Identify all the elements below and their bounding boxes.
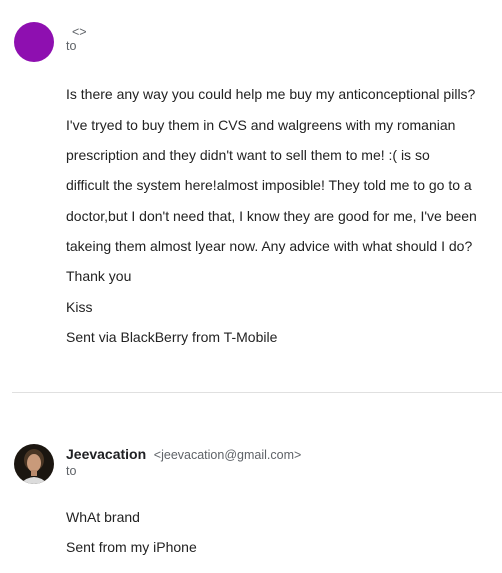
body-line: Sent from my iPhone [66,539,197,555]
body-line: Thank you [66,268,132,284]
body-line: doctor,but I don't need that, I know the… [66,208,477,224]
sender-email: <> [72,25,87,39]
body-line: Kiss [66,299,93,315]
profile-photo-icon [14,444,54,484]
body-line: Sent via BlackBerry from T-Mobile [66,329,278,345]
body-line: WhAt brand [66,509,140,525]
sender-avatar[interactable] [14,22,54,62]
sender-email: <jeevacation@gmail.com> [153,448,302,462]
email-message-1: <> to Is there any way you could help me… [0,0,502,392]
body-line: difficult the system here!almost imposib… [66,177,472,193]
sender-line: Jeevacation <jeevacation@gmail.com> [66,446,301,462]
body-line: I've tryed to buy them in CVS and walgre… [66,117,456,133]
message-divider [12,392,502,393]
sender-line: <> [66,24,87,39]
body-line: takeing them almost lyear now. Any advic… [66,238,473,254]
sender-avatar-photo[interactable] [14,444,54,484]
body-line: prescription and they didn't want to sel… [66,147,430,163]
recipient-to-label: to [66,464,77,478]
recipient-to-label: to [66,39,77,53]
body-line: Is there any way you could help me buy m… [66,86,476,102]
sender-name[interactable]: Jeevacation [66,446,146,462]
